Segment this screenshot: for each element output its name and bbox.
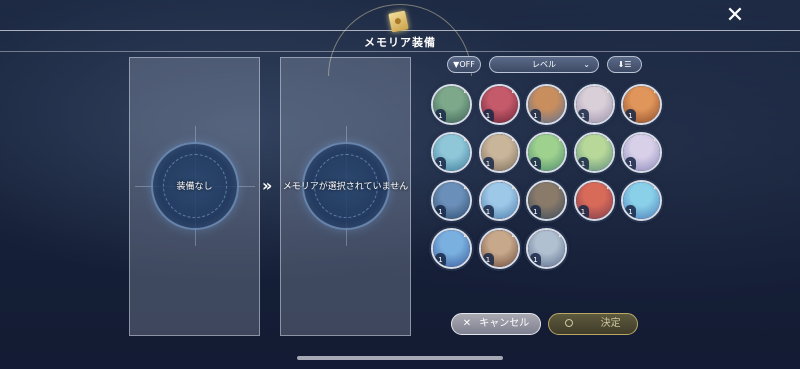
memoria-marker <box>464 86 466 93</box>
memoria-marker <box>654 86 656 93</box>
chevron-down-icon: ⌄ <box>583 60 590 69</box>
memoria-marker <box>511 86 514 93</box>
memoria-marker <box>464 134 466 141</box>
memoria-card[interactable]: 1 <box>431 180 472 221</box>
memoria-level-badge: 1 <box>482 109 494 123</box>
memoria-card[interactable]: 1 <box>621 132 662 173</box>
memoria-card[interactable]: 1 <box>573 132 615 173</box>
memoria-card[interactable]: 1 <box>431 228 472 269</box>
sort-field-dropdown[interactable]: レベル ⌄ <box>489 56 599 73</box>
memoria-level-badge: 1 <box>577 205 589 219</box>
memoria-marker <box>606 86 609 93</box>
close-button[interactable]: ✕ <box>722 4 748 28</box>
memoria-marker <box>511 182 514 189</box>
circle-icon <box>565 319 574 327</box>
cancel-label: キャンセル <box>479 318 530 329</box>
memoria-level-badge: 1 <box>530 253 541 267</box>
memoria-level-badge: 1 <box>482 205 494 219</box>
selected-memoria-slot[interactable]: メモリアが選択されていません <box>280 57 411 336</box>
memoria-card[interactable]: 1 <box>526 180 567 221</box>
memoria-level-badge: 1 <box>482 253 494 267</box>
double-chevron-right-icon: » <box>262 176 273 195</box>
memoria-card[interactable]: 1 <box>573 84 615 125</box>
current-equip-slot[interactable]: 装備なし <box>129 57 260 336</box>
memoria-marker <box>511 134 514 141</box>
home-indicator[interactable] <box>297 356 503 360</box>
memoria-card[interactable]: 1 <box>478 132 520 173</box>
selected-memoria-label: メモリアが選択されていません <box>282 182 409 192</box>
close-icon: ✕ <box>462 318 472 329</box>
memoria-level-badge: 1 <box>530 157 541 171</box>
memoria-level-badge: 1 <box>625 157 636 171</box>
memoria-marker <box>559 86 561 93</box>
sort-order-button[interactable]: ⬇☰ <box>607 56 642 73</box>
memoria-card-icon <box>388 10 409 33</box>
memoria-level-badge: 1 <box>577 109 589 123</box>
memoria-marker <box>654 182 656 189</box>
memoria-marker <box>606 182 609 189</box>
cancel-button[interactable]: ✕ キャンセル <box>451 313 541 335</box>
memoria-level-badge: 1 <box>530 109 541 123</box>
memoria-level-badge: 1 <box>435 109 446 123</box>
memoria-marker <box>464 182 466 189</box>
memoria-marker <box>606 134 609 141</box>
memoria-marker <box>559 230 561 237</box>
memoria-card[interactable]: 1 <box>431 132 472 173</box>
memoria-level-badge: 1 <box>577 157 589 171</box>
sort-field-label: レベル <box>532 60 556 69</box>
memoria-marker <box>511 230 514 237</box>
memoria-card[interactable]: 1 <box>526 228 567 269</box>
memoria-marker <box>654 134 656 141</box>
memoria-card[interactable]: 1 <box>478 84 520 125</box>
memoria-level-badge: 1 <box>435 157 446 171</box>
memoria-marker <box>464 230 466 237</box>
memoria-card[interactable]: 1 <box>526 84 567 125</box>
memoria-card[interactable]: 1 <box>621 84 662 125</box>
confirm-button[interactable]: 決定 <box>548 313 638 335</box>
memoria-level-badge: 1 <box>625 205 636 219</box>
current-equip-label: 装備なし <box>176 182 213 192</box>
memoria-card[interactable]: 1 <box>431 84 472 125</box>
memoria-marker <box>559 134 561 141</box>
page-title: メモリア装備 <box>364 36 436 49</box>
memoria-card[interactable]: 1 <box>573 180 615 221</box>
memoria-level-badge: 1 <box>530 205 541 219</box>
memoria-card[interactable]: 1 <box>526 132 567 173</box>
filter-toggle-button[interactable]: ▼OFF <box>447 56 481 73</box>
confirm-label: 決定 <box>600 318 621 329</box>
memoria-level-badge: 1 <box>435 253 446 267</box>
memoria-level-badge: 1 <box>625 109 636 123</box>
memoria-card[interactable]: 1 <box>478 228 520 269</box>
memoria-card[interactable]: 1 <box>478 180 520 221</box>
memoria-marker <box>559 182 561 189</box>
memoria-level-badge: 1 <box>482 157 494 171</box>
memoria-card[interactable]: 1 <box>621 180 662 221</box>
memoria-level-badge: 1 <box>435 205 446 219</box>
